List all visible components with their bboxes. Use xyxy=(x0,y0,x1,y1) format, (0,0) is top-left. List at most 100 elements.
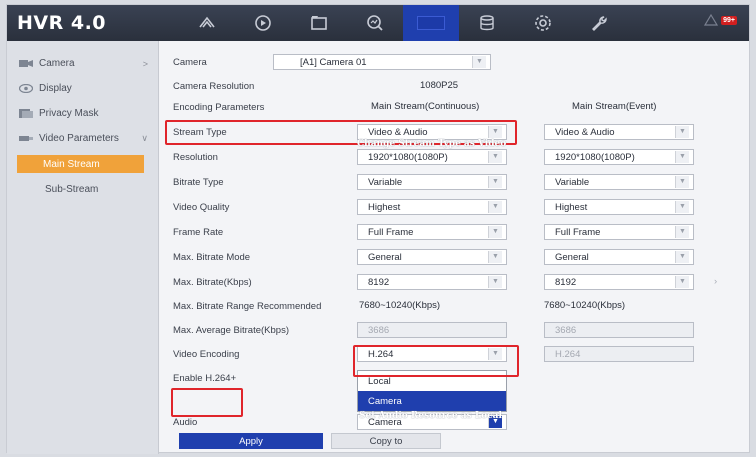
chevron-down-icon: ∨ xyxy=(141,133,148,143)
audio-label-highlight-box xyxy=(171,388,243,417)
sidebar-item-label: Display xyxy=(39,83,72,94)
maintenance-icon[interactable] xyxy=(571,5,627,41)
sidebar-item-label: Video Parameters xyxy=(39,133,119,144)
storage-icon[interactable] xyxy=(459,5,515,41)
input-value: 3686 xyxy=(555,324,577,336)
encoding-header-row: Encoding Parameters Main Stream(Continuo… xyxy=(173,98,733,116)
h264plus-label: Enable H.264+ xyxy=(173,372,237,384)
chevron-down-icon: ▼ xyxy=(675,151,689,163)
chevron-down-icon: ▼ xyxy=(488,201,502,213)
resolution-main-select[interactable]: 1920*1080(1080P) ▼ xyxy=(357,149,507,165)
chevron-down-icon: ▼ xyxy=(488,176,502,188)
max-bitrate-mode-event-select[interactable]: General ▼ xyxy=(544,249,694,265)
bitrate-range-row: Max. Bitrate Range Recommended 7680~1024… xyxy=(173,297,733,315)
max-bitrate-event-select[interactable]: 8192 ▼ xyxy=(544,274,694,290)
main-nav xyxy=(179,5,627,41)
select-value: Highest xyxy=(368,201,401,213)
stream-type-event-select[interactable]: Video & Audio ▼ xyxy=(544,124,694,140)
param-row-bitrate-type: Bitrate Type Variable ▼ Variable ▼ xyxy=(173,173,733,191)
camera-select[interactable]: [A1] Camera 01 ▼ xyxy=(273,54,491,70)
camera-row: Camera [A1] Camera 01 ▼ xyxy=(173,53,733,71)
live-view-icon[interactable] xyxy=(179,5,235,41)
sidebar: Camera > Display Privacy Mask Video Para… xyxy=(7,41,159,454)
chevron-down-icon: ▼ xyxy=(675,276,689,288)
param-label: Video Quality xyxy=(173,201,230,213)
audio-label: Audio xyxy=(173,416,198,428)
sidebar-item-display[interactable]: Display xyxy=(7,76,158,101)
apply-button[interactable]: Apply xyxy=(179,433,323,449)
max-bitrate-mode-main-select[interactable]: General ▼ xyxy=(357,249,507,265)
select-value: H.264 xyxy=(555,348,581,360)
settings-icon[interactable] xyxy=(515,5,571,41)
playback-icon[interactable] xyxy=(235,5,291,41)
chevron-down-icon: ▼ xyxy=(488,151,502,163)
chevron-right-icon: › xyxy=(714,276,718,287)
sidebar-item-privacy-mask[interactable]: Privacy Mask xyxy=(7,101,158,126)
resolution-event-select[interactable]: 1920*1080(1080P) ▼ xyxy=(544,149,694,165)
brand-logo: HVR 4.0 xyxy=(17,12,107,34)
sidebar-item-label: Camera xyxy=(39,58,75,69)
dvr-window: HVR 4.0 99+ Camera > Display Privacy Mas… xyxy=(6,4,750,454)
alarm-indicator[interactable]: 99+ xyxy=(704,14,737,26)
param-row-max-bitrate: Max. Bitrate(Kbps) 8192 ▼ 8192 ▼ › xyxy=(173,273,733,291)
copy-to-button[interactable]: Copy to xyxy=(331,433,441,449)
chevron-down-icon: ▼ xyxy=(675,201,689,213)
top-menu-bar: HVR 4.0 99+ xyxy=(7,5,749,41)
chevron-down-icon: ▼ xyxy=(488,226,502,238)
camera-icon xyxy=(19,59,33,68)
display-icon xyxy=(18,83,34,94)
select-value: Variable xyxy=(368,176,403,188)
param-label: Max. Bitrate Mode xyxy=(173,251,251,263)
sidebar-item-label: Privacy Mask xyxy=(39,108,99,119)
audio-annotation: Set Audio Resource as Local xyxy=(359,411,502,421)
file-icon[interactable] xyxy=(291,5,347,41)
alarm-icon xyxy=(704,14,719,26)
configuration-icon[interactable] xyxy=(403,5,459,41)
sidebar-item-video-parameters[interactable]: Video Parameters ∨ xyxy=(7,126,158,151)
screen-frame: HVR 4.0 99+ Camera > Display Privacy Mas… xyxy=(0,0,756,457)
select-value: Full Frame xyxy=(368,226,414,238)
sidebar-item-camera[interactable]: Camera > xyxy=(7,51,158,76)
sidebar-subitem-main-stream[interactable]: Main Stream xyxy=(17,155,144,173)
stream-type-annotation: Change Stream Type as Video xyxy=(357,139,507,149)
param-label: Resolution xyxy=(173,151,218,163)
bitrate-type-main-select[interactable]: Variable ▼ xyxy=(357,174,507,190)
select-value: 1920*1080(1080P) xyxy=(368,151,448,163)
frame-rate-event-select[interactable]: Full Frame ▼ xyxy=(544,224,694,240)
chevron-down-icon: ▼ xyxy=(675,126,689,138)
max-bitrate-main-select[interactable]: 8192 ▼ xyxy=(357,274,507,290)
video-quality-main-select[interactable]: Highest ▼ xyxy=(357,199,507,215)
camera-resolution-label: Camera Resolution xyxy=(173,80,255,92)
avg-bitrate-main-input[interactable]: 3686 xyxy=(357,322,507,338)
param-row-video-quality: Video Quality Highest ▼ Highest ▼ xyxy=(173,198,733,216)
avg-bitrate-event-input[interactable]: 3686 xyxy=(544,322,694,338)
frame-rate-main-select[interactable]: Full Frame ▼ xyxy=(357,224,507,240)
video-parameters-icon xyxy=(19,134,33,143)
input-value: 3686 xyxy=(368,324,390,336)
select-value: Full Frame xyxy=(555,226,601,238)
privacy-mask-icon xyxy=(19,109,33,118)
bitrate-type-event-select[interactable]: Variable ▼ xyxy=(544,174,694,190)
main-content: Camera [A1] Camera 01 ▼ Camera Resolutio… xyxy=(159,41,749,454)
audio-option-camera[interactable]: Camera xyxy=(358,391,506,411)
avg-bitrate-row: Max. Average Bitrate(Kbps) 3686 3686 xyxy=(173,321,733,339)
select-value: Variable xyxy=(555,176,590,188)
column-header-main-event: Main Stream(Event) xyxy=(572,101,657,112)
video-quality-event-select[interactable]: Highest ▼ xyxy=(544,199,694,215)
chevron-down-icon: ▼ xyxy=(675,226,689,238)
camera-select-value: [A1] Camera 01 xyxy=(300,56,367,68)
param-label: Bitrate Type xyxy=(173,176,224,188)
param-label: Frame Rate xyxy=(173,226,224,238)
select-value: General xyxy=(555,251,589,263)
select-value: General xyxy=(368,251,402,263)
bitrate-range-event-value: 7680~10240(Kbps) xyxy=(544,300,626,311)
param-row-frame-rate: Frame Rate Full Frame ▼ Full Frame ▼ xyxy=(173,223,733,241)
chevron-down-icon: ▼ xyxy=(488,276,502,288)
sidebar-subitem-sub-stream[interactable]: Sub-Stream xyxy=(7,177,158,202)
select-value: Video & Audio xyxy=(555,126,615,138)
search-icon[interactable] xyxy=(347,5,403,41)
chevron-down-icon: ▼ xyxy=(675,251,689,263)
chevron-down-icon: ▼ xyxy=(472,56,486,68)
video-encoding-event-select[interactable]: H.264 xyxy=(544,346,694,362)
chevron-down-icon: ▼ xyxy=(675,176,689,188)
